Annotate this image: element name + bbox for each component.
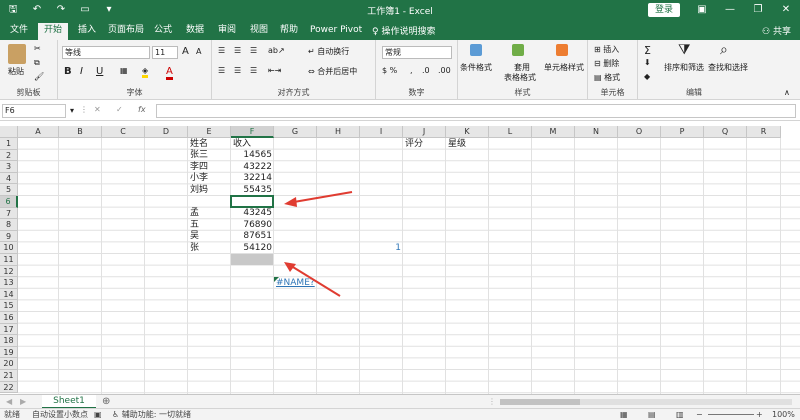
status-bar: 就绪 自动设置小数点 ▣ ♿ 辅助功能: 一切就绪 ▦ ▤ ▥ − + 100% <box>0 408 800 420</box>
arrow-to-f11 <box>284 262 341 297</box>
zoom-slider[interactable] <box>708 414 754 415</box>
add-sheet-icon[interactable]: ⊕ <box>102 396 110 407</box>
scroll-options-icon[interactable]: ⋮ <box>488 397 496 406</box>
status-accessibility[interactable]: ♿ 辅助功能: 一切就绪 <box>112 409 191 420</box>
arrow-to-f6 <box>284 191 353 207</box>
prev-sheet-icon[interactable]: ◀ <box>6 397 12 406</box>
annotation-arrows <box>284 191 353 297</box>
status-ready: 就绪 <box>4 410 20 419</box>
zoom-in-icon[interactable]: + <box>756 409 763 420</box>
macro-record-icon[interactable]: ▣ <box>94 409 102 420</box>
scroll-thumb[interactable] <box>500 399 580 405</box>
sheet-tab-sheet1[interactable]: Sheet1 <box>42 395 96 409</box>
normal-view-icon[interactable]: ▦ <box>620 409 628 420</box>
zoom-out-icon[interactable]: − <box>696 409 703 420</box>
sheet-tab-bar: ◀ ▶ Sheet1 ⊕ ⋮ <box>0 394 800 409</box>
zoom-level[interactable]: 100% <box>772 409 795 420</box>
page-layout-view-icon[interactable]: ▤ <box>648 409 656 420</box>
next-sheet-icon[interactable]: ▶ <box>20 397 26 406</box>
accessibility-icon: ♿ <box>112 410 122 419</box>
page-break-view-icon[interactable]: ▥ <box>676 409 684 420</box>
status-auto-decimal: 自动设置小数点 <box>32 410 88 419</box>
horizontal-scrollbar[interactable] <box>500 399 792 405</box>
